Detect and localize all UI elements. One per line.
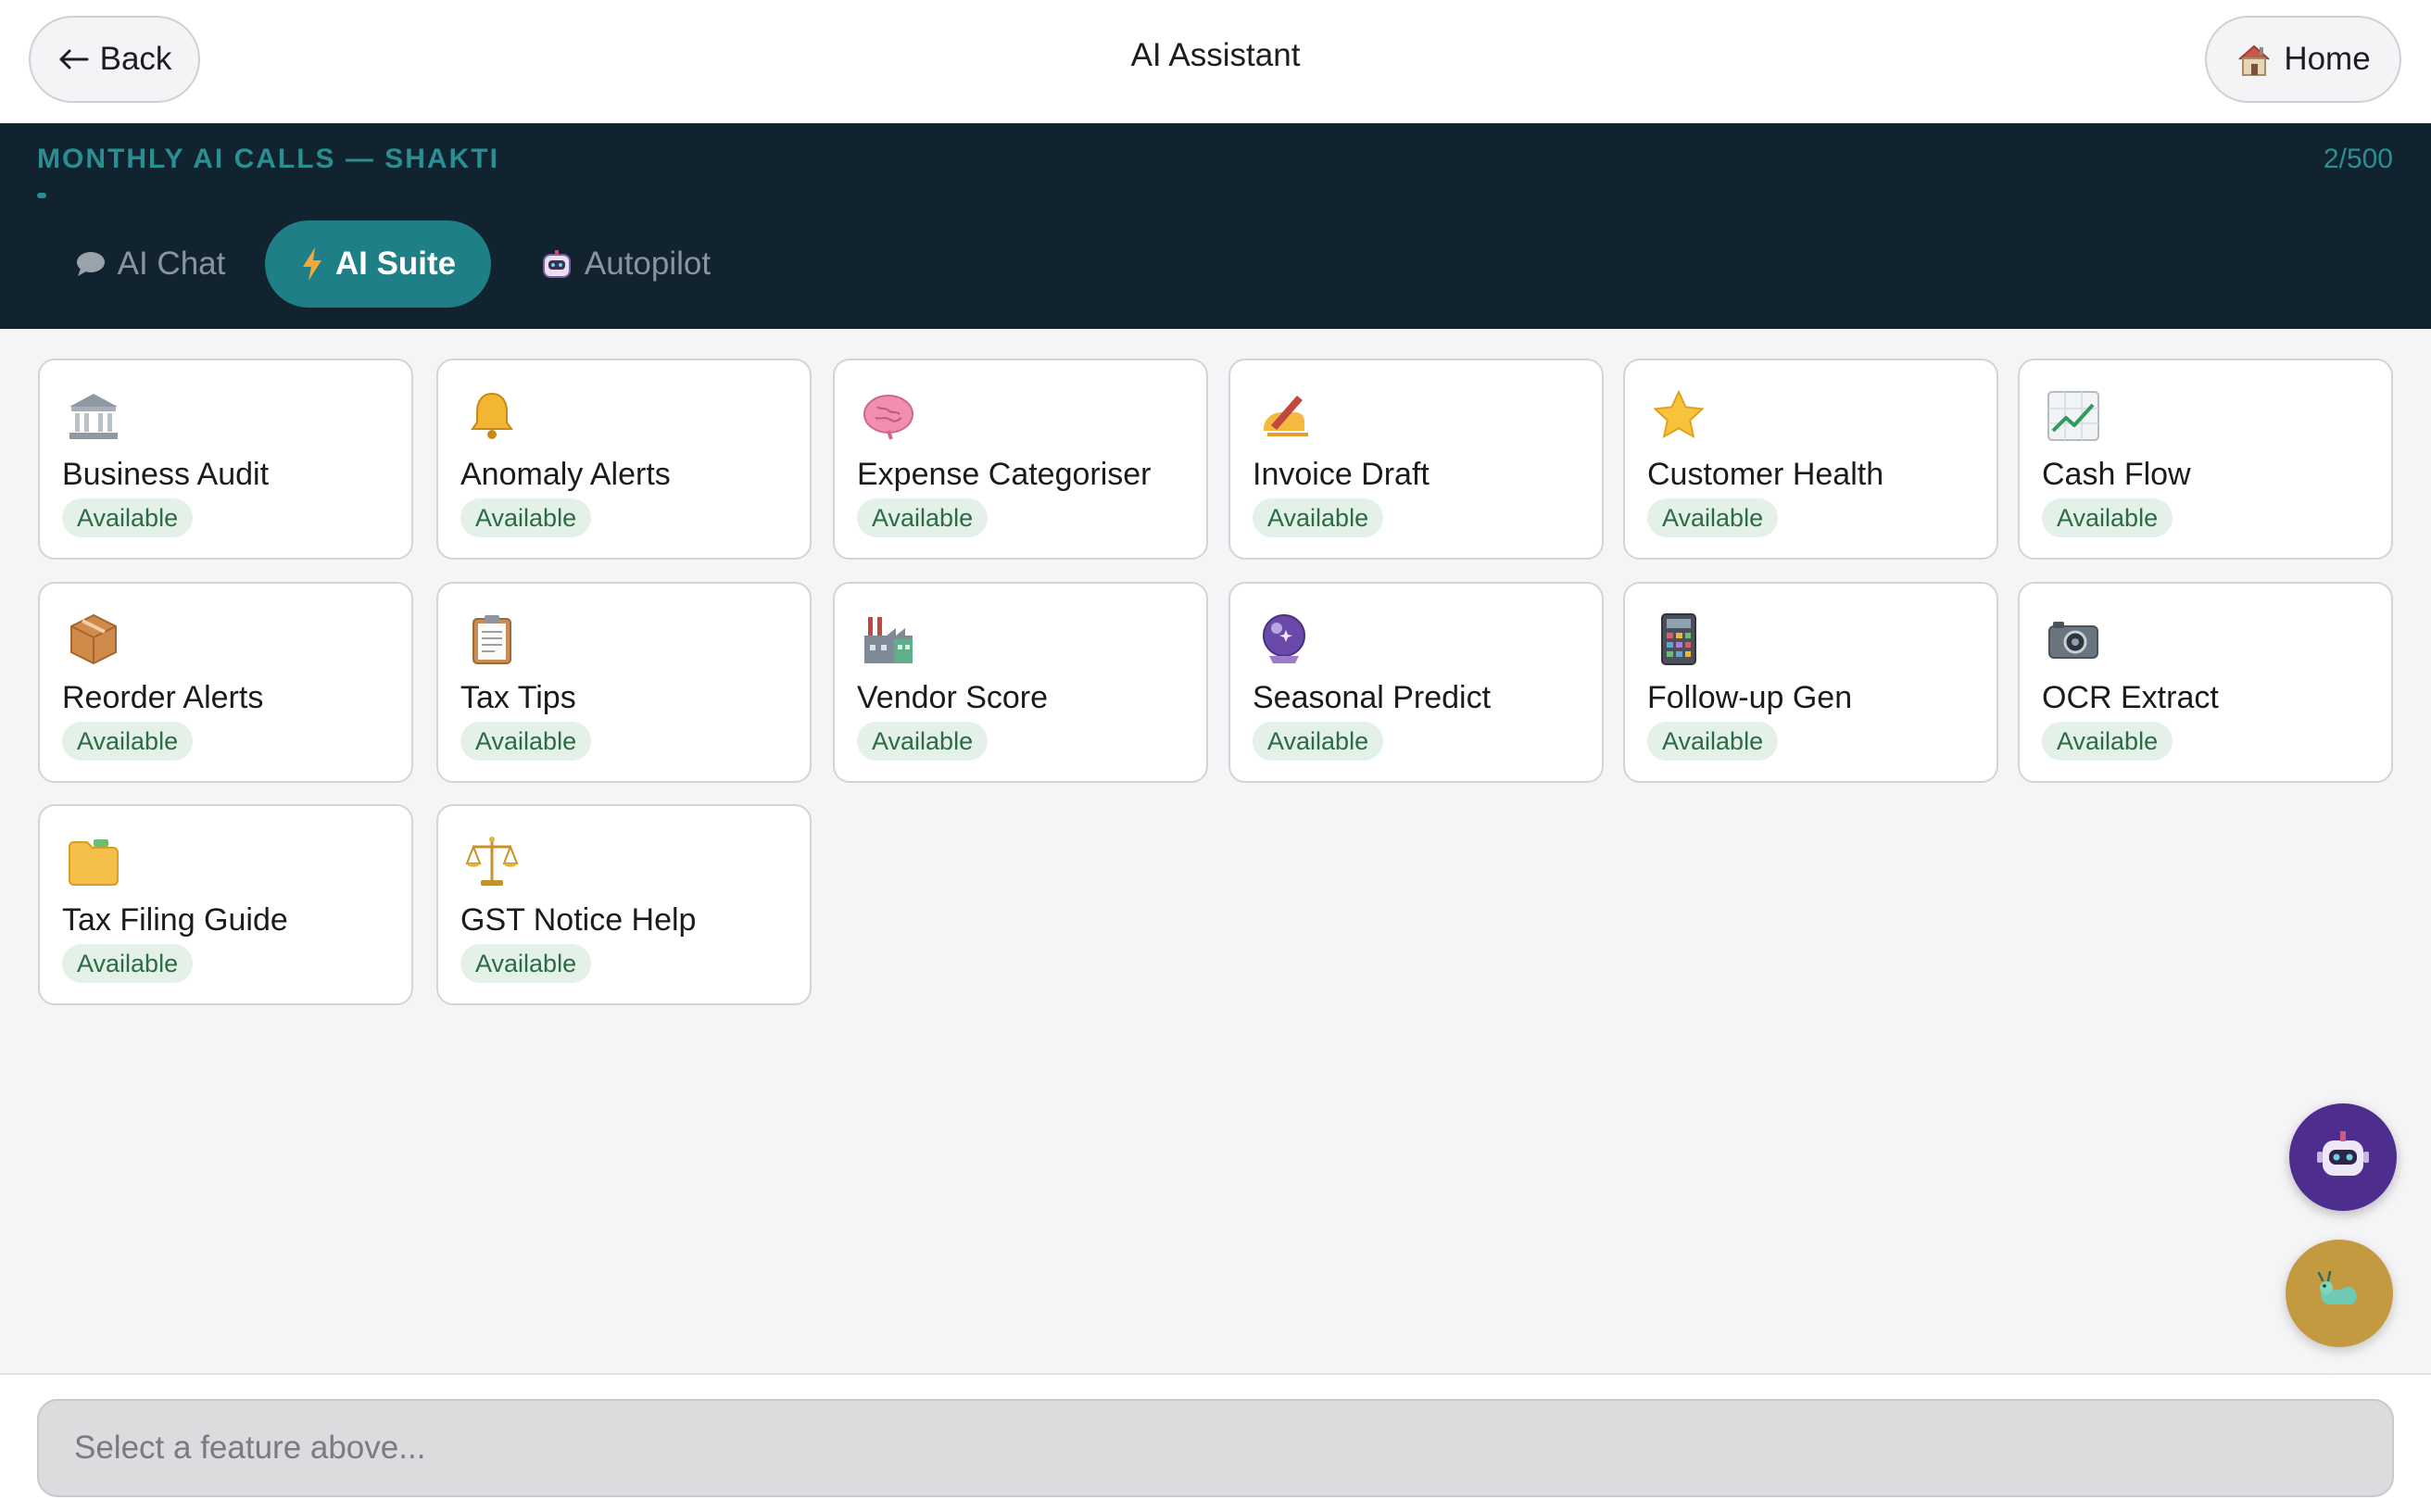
package-icon [66, 611, 121, 667]
status-badge: Available [2042, 498, 2173, 537]
feature-card-expense-categoriser[interactable]: Expense Categoriser Available [833, 359, 1208, 560]
folder-icon [66, 834, 121, 889]
feature-name: Follow-up Gen [1647, 680, 1853, 715]
feature-name: Invoice Draft [1253, 457, 1430, 492]
feature-name: OCR Extract [2042, 680, 2219, 715]
clipboard-icon [464, 611, 520, 667]
status-badge: Available [62, 722, 194, 761]
feature-card-anomaly-alerts[interactable]: Anomaly Alerts Available [436, 359, 812, 560]
usage-progress-bar [37, 193, 2394, 198]
bug-report-button[interactable] [2286, 1240, 2393, 1347]
tab-ai-suite[interactable]: AI Suite [265, 220, 491, 308]
ai-header-panel: MONTHLY AI CALLS — SHAKTI 2/500 AI Chat … [0, 123, 2431, 329]
status-badge: Available [1253, 498, 1384, 537]
status-badge: Available [460, 722, 592, 761]
feature-card-vendor-score[interactable]: Vendor Score Available [833, 582, 1208, 783]
feature-card-reorder-alerts[interactable]: Reorder Alerts Available [38, 582, 413, 783]
tab-label: Autopilot [584, 246, 712, 282]
tab-ai-chat[interactable]: AI Chat [67, 220, 233, 308]
status-badge: Available [460, 944, 592, 983]
status-badge: Available [460, 498, 592, 537]
writing-hand-icon [1256, 388, 1312, 444]
feature-name: GST Notice Help [460, 902, 697, 938]
home-button[interactable]: Home [2205, 16, 2401, 103]
bug-icon [2310, 1262, 2369, 1326]
feature-name: Business Audit [62, 457, 270, 492]
feature-card-invoice-draft[interactable]: Invoice Draft Available [1228, 359, 1604, 560]
usage-count: 2/500 [2323, 144, 2393, 174]
feature-name: Anomaly Alerts [460, 457, 671, 492]
feature-card-gst-notice-help[interactable]: GST Notice Help Available [436, 804, 812, 1005]
robot-icon [2313, 1126, 2373, 1190]
usage-label: MONTHLY AI CALLS — SHAKTI [37, 144, 499, 174]
feature-name: Reorder Alerts [62, 680, 264, 715]
tab-autopilot[interactable]: Autopilot [528, 220, 723, 308]
feature-name: Expense Categoriser [857, 457, 1152, 492]
feature-card-tax-tips[interactable]: Tax Tips Available [436, 582, 812, 783]
chart-up-icon [2046, 388, 2101, 444]
feature-name: Cash Flow [2042, 457, 2191, 492]
status-badge: Available [1647, 722, 1779, 761]
camera-icon [2046, 611, 2101, 667]
factory-icon [861, 611, 916, 667]
status-badge: Available [857, 722, 989, 761]
house-icon [2236, 42, 2273, 77]
bell-icon [464, 388, 520, 444]
feature-prompt-input[interactable] [37, 1399, 2394, 1497]
top-bar: Back AI Assistant Home [0, 0, 2431, 123]
status-badge: Available [1253, 722, 1384, 761]
tab-label: AI Suite [334, 246, 457, 282]
calculator-icon [1651, 611, 1707, 667]
feature-name: Tax Filing Guide [62, 902, 288, 938]
status-badge: Available [1647, 498, 1779, 537]
page-title: AI Assistant [1130, 37, 1301, 73]
feature-card-ocr-extract[interactable]: OCR Extract Available [2018, 582, 2393, 783]
brain-icon [861, 388, 916, 444]
feature-name: Customer Health [1647, 457, 1884, 492]
tab-label: AI Chat [117, 246, 226, 282]
feature-card-follow-up-gen[interactable]: Follow-up Gen Available [1623, 582, 1998, 783]
status-badge: Available [857, 498, 989, 537]
robot-assistant-button[interactable] [2289, 1103, 2397, 1211]
usage-progress-fill [37, 193, 47, 198]
feature-name: Vendor Score [857, 680, 1049, 715]
lightning-icon [300, 246, 324, 282]
robot-icon [540, 247, 573, 281]
status-badge: Available [62, 944, 194, 983]
feature-card-tax-filing-guide[interactable]: Tax Filing Guide Available [38, 804, 413, 1005]
feature-card-cash-flow[interactable]: Cash Flow Available [2018, 359, 2393, 560]
feature-card-seasonal-predict[interactable]: Seasonal Predict Available [1228, 582, 1604, 783]
feature-name: Tax Tips [460, 680, 576, 715]
star-icon [1651, 388, 1707, 444]
app-root: Back AI Assistant Home MONTHLY AI CALLS … [0, 0, 2431, 1512]
feature-card-customer-health[interactable]: Customer Health Available [1623, 359, 1998, 560]
speech-bubble-icon [75, 250, 107, 278]
bank-icon [66, 388, 121, 444]
status-badge: Available [2042, 722, 2173, 761]
scales-icon [464, 834, 520, 889]
feature-name: Seasonal Predict [1253, 680, 1492, 715]
feature-card-business-audit[interactable]: Business Audit Available [38, 359, 413, 560]
crystal-ball-icon [1256, 611, 1312, 667]
home-label: Home [2284, 41, 2371, 77]
status-badge: Available [62, 498, 194, 537]
